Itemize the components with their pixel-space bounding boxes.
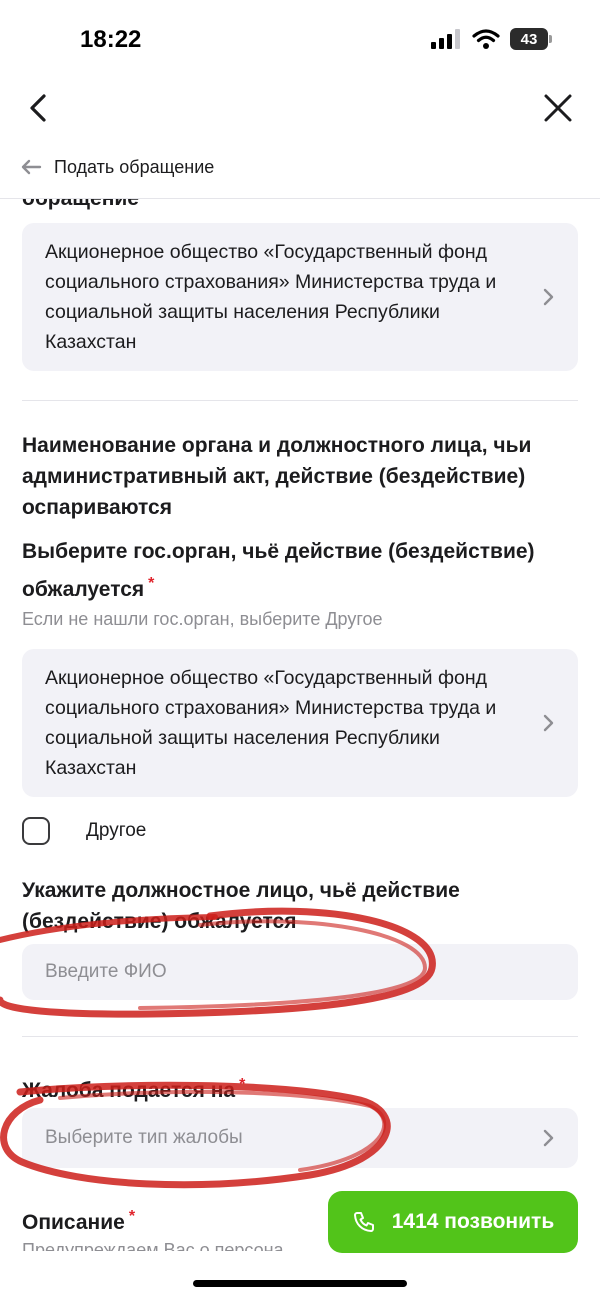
close-icon[interactable] bbox=[538, 88, 578, 128]
chevron-right-icon bbox=[543, 1129, 554, 1147]
call-1414-button[interactable]: 1414 позвонить bbox=[328, 1191, 578, 1253]
complaint-type-select[interactable]: Выберите тип жалобы bbox=[22, 1108, 578, 1168]
section-divider bbox=[22, 1036, 578, 1037]
phone-icon bbox=[353, 1212, 374, 1232]
complaint-label: Жалоба подается на * bbox=[22, 1076, 246, 1102]
gov-org-select-value: Акционерное общество «Государственный фо… bbox=[45, 667, 497, 779]
status-icons: 43 bbox=[430, 28, 552, 50]
back-chevron-icon[interactable] bbox=[20, 88, 60, 128]
required-asterisk: * bbox=[128, 1208, 136, 1225]
nav-bar bbox=[0, 82, 600, 132]
gov-org-hint: Если не нашли гос.орган, выберите Другое bbox=[22, 609, 383, 629]
section-divider bbox=[22, 400, 578, 401]
official-name-input[interactable]: Введите ФИО bbox=[22, 944, 578, 1000]
status-time: 18:22 bbox=[80, 26, 142, 53]
breadcrumb-label: Подать обращение bbox=[54, 156, 215, 177]
status-bar: 18:22 43 bbox=[0, 0, 600, 82]
chevron-right-icon bbox=[543, 714, 554, 732]
other-checkbox-label: Другое bbox=[86, 820, 147, 841]
complaint-type-placeholder: Выберите тип жалобы bbox=[45, 1127, 243, 1148]
other-checkbox[interactable] bbox=[22, 817, 50, 845]
call-button-label: 1414 позвонить bbox=[391, 1210, 555, 1233]
home-indicator bbox=[193, 1280, 407, 1287]
required-asterisk: * bbox=[148, 575, 155, 592]
official-label: Укажите должностное лицо, чьё действие (… bbox=[22, 879, 460, 933]
clipped-section-title: обращение bbox=[22, 199, 139, 211]
top-org-select[interactable]: Акционерное общество «Государственный фо… bbox=[22, 223, 578, 371]
wifi-icon bbox=[472, 29, 500, 49]
section-title: Наименование органа и должностного лица,… bbox=[22, 434, 532, 519]
form-content[interactable]: обращение Акционерное общество «Государс… bbox=[0, 199, 600, 1251]
gov-org-select[interactable]: Акционерное общество «Государственный фо… bbox=[22, 649, 578, 797]
other-checkbox-row[interactable]: Другое bbox=[22, 817, 146, 845]
description-hint: Предупреждаем Вас о персона bbox=[22, 1240, 284, 1251]
arrow-left-icon bbox=[21, 159, 42, 175]
gov-org-label: Выберите гос.орган, чьё действие (бездей… bbox=[22, 540, 535, 601]
top-org-select-value: Акционерное общество «Государственный фо… bbox=[45, 241, 497, 353]
official-name-placeholder: Введите ФИО bbox=[45, 961, 167, 982]
battery-icon: 43 bbox=[510, 28, 552, 50]
breadcrumb[interactable]: Подать обращение bbox=[20, 148, 214, 186]
cellular-signal-icon bbox=[431, 29, 460, 49]
required-asterisk: * bbox=[239, 1076, 246, 1093]
chevron-right-icon bbox=[543, 288, 554, 306]
